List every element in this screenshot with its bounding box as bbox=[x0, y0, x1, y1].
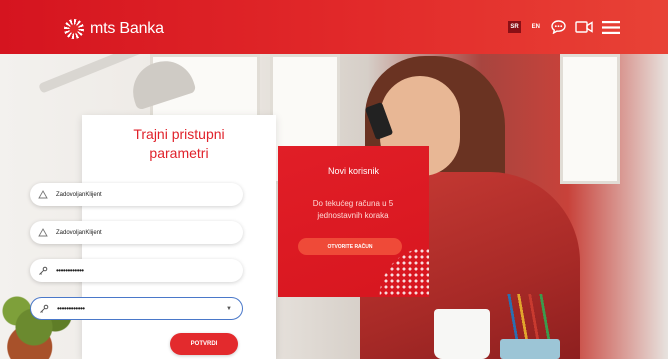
key-icon bbox=[30, 266, 56, 276]
cup-decor bbox=[434, 309, 490, 359]
new-user-panel: Novi korisnik Do tekućeg računa u 5 jedn… bbox=[278, 146, 429, 297]
login-title-line1: Trajni pristupni bbox=[133, 126, 225, 142]
new-user-description: Do tekućeg računa u 5 jednostavnih korak… bbox=[312, 199, 394, 220]
key-icon bbox=[31, 304, 57, 314]
language-sr[interactable]: SR bbox=[508, 21, 521, 33]
login-title: Trajni pristupni parametri bbox=[82, 125, 276, 163]
user-icon bbox=[30, 190, 56, 199]
language-en[interactable]: EN bbox=[530, 21, 542, 33]
password-value: •••••••••••• bbox=[56, 266, 84, 275]
window-decor bbox=[560, 54, 620, 184]
menu-icon[interactable] bbox=[602, 20, 620, 34]
confirm-button[interactable]: POTVRDI bbox=[170, 333, 238, 355]
new-user-title: Novi korisnik bbox=[327, 166, 379, 176]
top-header: mts Banka SR EN bbox=[0, 0, 668, 54]
chevron-down-icon[interactable]: ▼ bbox=[226, 306, 232, 312]
username-confirm-value: ZadovoljanKlijent bbox=[56, 229, 102, 236]
video-icon[interactable] bbox=[575, 21, 593, 33]
dots-pattern-decor bbox=[359, 242, 429, 297]
username-value: ZadovoljanKlijent bbox=[56, 191, 102, 198]
password-field[interactable]: •••••••••••• bbox=[30, 259, 243, 282]
user-icon bbox=[30, 228, 56, 237]
chat-icon[interactable] bbox=[551, 20, 566, 34]
username-confirm-field[interactable]: ZadovoljanKlijent bbox=[30, 221, 243, 244]
login-title-line2: parametri bbox=[149, 145, 209, 161]
password-confirm-field[interactable]: •••••••••••• ▼ bbox=[30, 297, 243, 320]
pencil-cup-decor bbox=[500, 339, 560, 359]
password-confirm-value: •••••••••••• bbox=[57, 304, 85, 313]
username-field[interactable]: ZadovoljanKlijent bbox=[30, 183, 243, 206]
logo-mark-icon bbox=[64, 19, 84, 39]
brand-logo[interactable]: mts Banka bbox=[64, 19, 164, 39]
brand-name: mts Banka bbox=[90, 20, 164, 37]
header-actions: SR EN bbox=[508, 20, 620, 34]
